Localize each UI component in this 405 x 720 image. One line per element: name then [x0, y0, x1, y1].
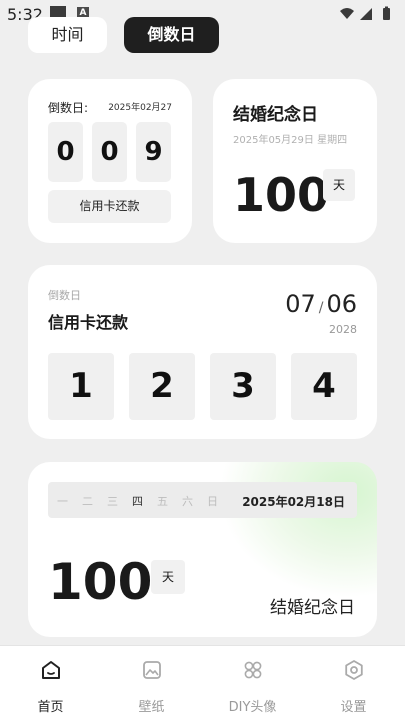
bottom-nav: 首页 壁纸 DIY头像 设置	[0, 645, 405, 720]
wide-card-digit: 4	[291, 353, 357, 420]
nav-item-diy-avatar[interactable]: DIY头像	[202, 646, 303, 720]
anniversary-date: 2025年05月29日 星期四	[233, 135, 348, 146]
days-unit-badge: 天	[323, 169, 355, 201]
nav-label-diy-avatar: DIY头像	[228, 700, 277, 715]
nav-label-wallpaper: 壁纸	[138, 700, 165, 715]
anniversary-title: 结婚纪念日	[233, 105, 318, 125]
weekday-label: 三	[107, 495, 118, 508]
countdown-label: 倒数日:	[48, 101, 89, 115]
wide-card-digit: 3	[210, 353, 276, 420]
countdown-date: 2025年02月27	[108, 103, 172, 113]
wide-card-digit: 1	[48, 353, 114, 420]
wide-card-day: 06	[326, 290, 357, 318]
wallpaper-icon	[143, 661, 161, 679]
home-icon	[42, 661, 60, 679]
nav-label-settings: 设置	[340, 700, 367, 715]
tab-countdown[interactable]: 倒数日	[124, 17, 219, 53]
wifi-icon	[340, 8, 354, 19]
settings-icon	[345, 660, 363, 680]
countdown-digit: 0	[92, 122, 127, 182]
weekday-label: 二	[82, 495, 93, 508]
tab-time[interactable]: 时间	[28, 17, 107, 53]
nav-label-home: 首页	[37, 700, 64, 715]
diy-avatar-icon	[244, 661, 262, 679]
wide-card-year: 2028	[329, 323, 357, 336]
weekday-label: 五	[157, 495, 168, 508]
countdown-event-button[interactable]: 信用卡还款	[48, 190, 171, 223]
nav-item-wallpaper[interactable]: 壁纸	[101, 646, 202, 720]
anniversary-card[interactable]: 结婚纪念日 2025年05月29日 星期四 100 天	[213, 79, 377, 243]
week-card-date: 2025年02月18日	[242, 495, 345, 509]
weekday-label: 一	[57, 495, 68, 508]
anniversary-days: 100	[233, 168, 330, 222]
battery-icon	[383, 8, 390, 20]
weekday-label-active: 四	[132, 495, 143, 508]
wide-card-label: 倒数日	[48, 289, 81, 302]
weekday-label: 六	[182, 495, 193, 508]
countdown-digit: 0	[48, 122, 83, 182]
wide-card-digit: 2	[129, 353, 195, 420]
wide-card-title: 信用卡还款	[48, 313, 129, 332]
signal-icon	[360, 8, 372, 20]
wide-card-month: 07	[285, 290, 316, 318]
wide-card-month-day: 07/06	[285, 290, 357, 318]
week-anniversary-card[interactable]: 一 二 三 四 五 六 日 2025年02月18日 100 天 结婚纪念日	[28, 462, 377, 637]
wide-countdown-card[interactable]: 倒数日 信用卡还款 07/06 2028 1 2 3 4	[28, 265, 377, 439]
nav-item-home[interactable]: 首页	[0, 646, 101, 720]
status-icons	[340, 6, 390, 20]
days-unit-badge: 天	[151, 560, 185, 594]
week-card-name: 结婚纪念日	[270, 598, 355, 618]
nav-item-settings[interactable]: 设置	[303, 646, 404, 720]
date-separator: /	[318, 300, 324, 316]
week-card-days: 100	[48, 553, 153, 611]
weekday-bar: 一 二 三 四 五 六 日 2025年02月18日	[48, 482, 357, 518]
countdown-card[interactable]: 倒数日: 2025年02月27 0 0 9 信用卡还款	[28, 79, 192, 243]
weekday-label: 日	[207, 495, 218, 508]
countdown-digit: 9	[136, 122, 171, 182]
